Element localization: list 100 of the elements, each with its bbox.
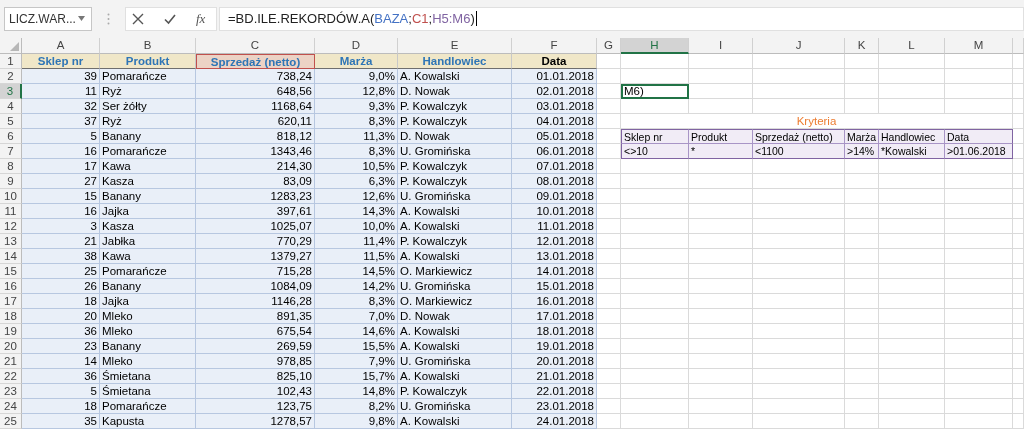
empty-cell[interactable] bbox=[621, 414, 689, 429]
empty-cell[interactable] bbox=[621, 189, 689, 204]
empty-cell[interactable] bbox=[1013, 384, 1024, 399]
empty-cell[interactable] bbox=[1013, 69, 1024, 84]
empty-cell[interactable] bbox=[879, 384, 945, 399]
empty-cell[interactable] bbox=[621, 204, 689, 219]
row-header[interactable]: 6 bbox=[0, 129, 22, 144]
column-header[interactable]: C bbox=[196, 38, 315, 54]
empty-cell[interactable] bbox=[845, 234, 879, 249]
empty-cell[interactable] bbox=[845, 309, 879, 324]
row-header[interactable]: 20 bbox=[0, 339, 22, 354]
empty-cell[interactable] bbox=[845, 279, 879, 294]
empty-cell[interactable] bbox=[689, 414, 753, 429]
empty-cell[interactable] bbox=[1013, 204, 1024, 219]
empty-cell[interactable] bbox=[945, 69, 1013, 84]
empty-cell[interactable] bbox=[879, 264, 945, 279]
empty-cell[interactable] bbox=[753, 279, 845, 294]
empty-cell[interactable] bbox=[1013, 129, 1024, 144]
empty-cell[interactable] bbox=[621, 69, 689, 84]
empty-cell[interactable] bbox=[879, 294, 945, 309]
empty-cell[interactable] bbox=[689, 264, 753, 279]
row-header[interactable]: 7 bbox=[0, 144, 22, 159]
empty-cell[interactable] bbox=[621, 399, 689, 414]
empty-cell[interactable] bbox=[1013, 249, 1024, 264]
empty-cell[interactable] bbox=[1013, 174, 1024, 189]
empty-cell[interactable] bbox=[753, 159, 845, 174]
empty-cell[interactable] bbox=[945, 174, 1013, 189]
empty-cell[interactable] bbox=[945, 384, 1013, 399]
column-header[interactable]: M bbox=[945, 38, 1013, 54]
row-header[interactable]: 12 bbox=[0, 219, 22, 234]
empty-cell[interactable] bbox=[621, 324, 689, 339]
empty-cell[interactable] bbox=[879, 279, 945, 294]
empty-cell[interactable] bbox=[689, 174, 753, 189]
row-header[interactable]: 25 bbox=[0, 414, 22, 429]
empty-cell[interactable] bbox=[879, 399, 945, 414]
row-header[interactable]: 15 bbox=[0, 264, 22, 279]
row-header[interactable]: 1 bbox=[0, 54, 22, 69]
empty-cell[interactable] bbox=[1013, 144, 1024, 159]
row-header[interactable]: 4 bbox=[0, 99, 22, 114]
empty-cell[interactable] bbox=[689, 99, 753, 114]
empty-cell[interactable] bbox=[689, 399, 753, 414]
empty-cell[interactable] bbox=[845, 174, 879, 189]
empty-cell[interactable] bbox=[879, 354, 945, 369]
empty-cell[interactable] bbox=[945, 324, 1013, 339]
empty-cell[interactable] bbox=[1013, 354, 1024, 369]
empty-cell[interactable] bbox=[753, 324, 845, 339]
empty-cell[interactable] bbox=[879, 309, 945, 324]
empty-cell[interactable] bbox=[753, 204, 845, 219]
empty-cell[interactable] bbox=[753, 84, 845, 99]
row-header[interactable]: 24 bbox=[0, 399, 22, 414]
row-header[interactable]: 23 bbox=[0, 384, 22, 399]
row-header[interactable]: 21 bbox=[0, 354, 22, 369]
empty-cell[interactable] bbox=[689, 384, 753, 399]
empty-cell[interactable] bbox=[689, 159, 753, 174]
formula-field[interactable]: =BD.ILE.REKORDÓW.A(BAZA;C1;H5:M6) bbox=[219, 6, 1024, 31]
empty-cell[interactable] bbox=[753, 234, 845, 249]
empty-cell[interactable] bbox=[689, 339, 753, 354]
empty-cell[interactable] bbox=[879, 84, 945, 99]
row-header[interactable]: 9 bbox=[0, 174, 22, 189]
insert-function-button[interactable]: fx bbox=[196, 10, 206, 27]
empty-cell[interactable] bbox=[753, 69, 845, 84]
empty-cell[interactable] bbox=[753, 414, 845, 429]
empty-cell[interactable] bbox=[845, 249, 879, 264]
empty-cell[interactable] bbox=[1013, 399, 1024, 414]
empty-cell[interactable] bbox=[845, 324, 879, 339]
empty-cell[interactable] bbox=[845, 414, 879, 429]
empty-cell[interactable] bbox=[845, 84, 879, 99]
check-icon[interactable] bbox=[164, 12, 176, 25]
row-header[interactable]: 18 bbox=[0, 309, 22, 324]
empty-cell[interactable] bbox=[1013, 264, 1024, 279]
empty-cell[interactable] bbox=[689, 234, 753, 249]
empty-cell[interactable] bbox=[1013, 294, 1024, 309]
empty-cell[interactable] bbox=[1013, 84, 1024, 99]
empty-cell[interactable] bbox=[753, 309, 845, 324]
select-all-button[interactable] bbox=[0, 38, 22, 54]
empty-cell[interactable] bbox=[621, 369, 689, 384]
empty-cell[interactable] bbox=[879, 174, 945, 189]
empty-cell[interactable] bbox=[945, 339, 1013, 354]
empty-cell[interactable] bbox=[945, 249, 1013, 264]
cancel-icon[interactable] bbox=[132, 12, 144, 25]
empty-cell[interactable] bbox=[945, 264, 1013, 279]
empty-cell[interactable] bbox=[621, 264, 689, 279]
column-header[interactable]: K bbox=[845, 38, 879, 54]
empty-cell[interactable] bbox=[689, 84, 753, 99]
name-box[interactable]: LICZ.WAR... bbox=[4, 6, 92, 31]
row-header[interactable]: 17 bbox=[0, 294, 22, 309]
row-header[interactable]: 13 bbox=[0, 234, 22, 249]
empty-cell[interactable] bbox=[621, 174, 689, 189]
empty-cell[interactable] bbox=[845, 384, 879, 399]
empty-cell[interactable] bbox=[879, 69, 945, 84]
empty-cell[interactable] bbox=[945, 99, 1013, 114]
empty-cell[interactable] bbox=[945, 234, 1013, 249]
empty-cell[interactable] bbox=[1013, 339, 1024, 354]
empty-cell[interactable] bbox=[845, 339, 879, 354]
empty-cell[interactable] bbox=[945, 369, 1013, 384]
empty-cell[interactable] bbox=[1013, 324, 1024, 339]
row-header[interactable]: 10 bbox=[0, 189, 22, 204]
empty-cell[interactable] bbox=[753, 174, 845, 189]
empty-cell[interactable] bbox=[845, 264, 879, 279]
empty-cell[interactable] bbox=[1013, 309, 1024, 324]
